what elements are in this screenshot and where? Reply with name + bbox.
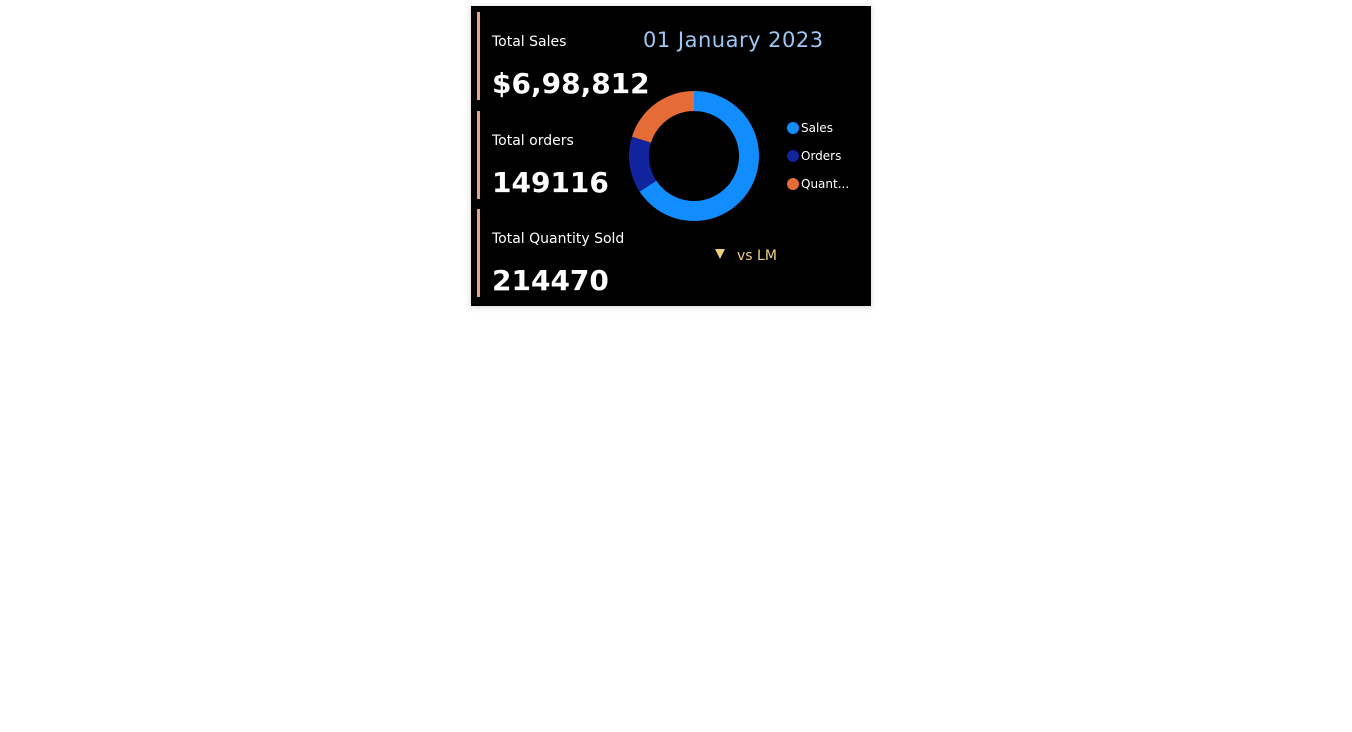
kpi-card: Total Sales $6,98,812 Total orders 14911…	[471, 6, 871, 306]
total-quantity-label: Total Quantity Sold	[492, 231, 625, 247]
donut-slice-quantity[interactable]	[631, 91, 694, 143]
total-quantity-kpi: Total Quantity Sold 214470	[477, 209, 630, 297]
total-orders-label: Total orders	[492, 133, 574, 149]
legend-label-orders: Orders	[801, 149, 842, 163]
date-label: 01 January 2023	[643, 28, 824, 52]
total-orders-kpi: Total orders 149116	[477, 111, 630, 199]
legend-dot-orders	[787, 150, 799, 162]
down-triangle-icon	[715, 249, 725, 259]
total-sales-kpi: Total Sales $6,98,812	[477, 12, 650, 100]
total-sales-value: $6,98,812	[492, 67, 650, 100]
legend-dot-sales	[787, 122, 799, 134]
legend-label-quantity: Quant...	[801, 177, 850, 191]
vs-lm-label: vs LM	[737, 248, 777, 264]
vs-last-month-indicator: vs LM	[715, 248, 777, 264]
legend-label-sales: Sales	[801, 121, 833, 135]
donut-chart[interactable]	[628, 90, 760, 222]
total-quantity-value: 214470	[492, 264, 609, 297]
total-orders-value: 149116	[492, 166, 609, 199]
total-sales-label: Total Sales	[492, 34, 567, 50]
legend-dot-quantity	[787, 178, 799, 190]
